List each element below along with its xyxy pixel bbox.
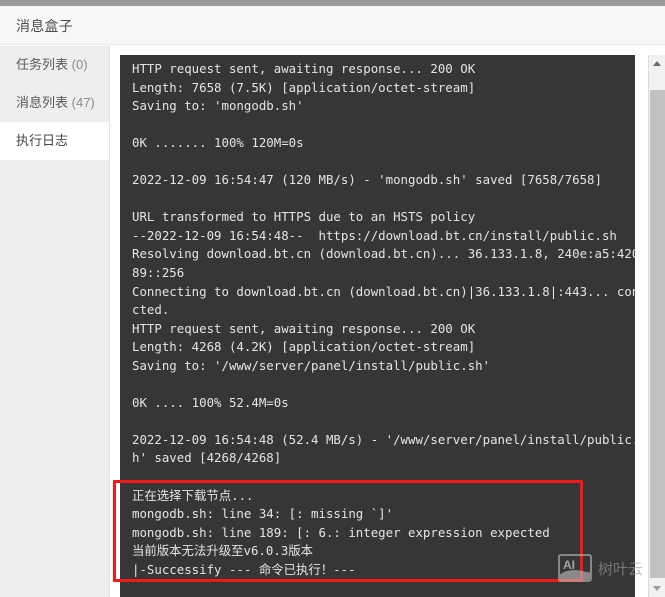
watermark-badge-text: AI bbox=[563, 558, 575, 572]
dialog-header: 消息盒子 bbox=[0, 6, 665, 45]
sidebar-item-task-list[interactable]: 任务列表 (0) bbox=[0, 46, 109, 84]
sidebar-item-count: (47) bbox=[71, 95, 95, 110]
terminal-line: URL transformed to HTTPS due to an HSTS … bbox=[132, 209, 476, 225]
terminal-line: Length: 7658 (7.5K) [application/octet-s… bbox=[132, 79, 476, 95]
terminal-line: HTTP request sent, awaiting response... … bbox=[132, 320, 476, 336]
scroll-up-icon[interactable] bbox=[649, 55, 665, 72]
sidebar-item-execution-log[interactable]: 执行日志 bbox=[0, 122, 109, 160]
page-title: 消息盒子 bbox=[16, 18, 73, 34]
sidebar: 任务列表 (0) 消息列表 (47) 执行日志 bbox=[0, 46, 110, 597]
watermark: AI 树叶云 bbox=[558, 548, 658, 588]
sidebar-item-label: 消息列表 bbox=[16, 95, 69, 110]
terminal-line: --2022-12-09 16:54:48-- https://download… bbox=[132, 227, 617, 243]
terminal-line: 0K ....... 100% 120M=0s bbox=[132, 135, 304, 151]
sidebar-item-count: (0) bbox=[71, 57, 88, 72]
scrollbar-thumb[interactable] bbox=[650, 90, 665, 578]
terminal-line: mongodb.sh: line 34: [: missing `]' bbox=[132, 506, 394, 522]
terminal-line: 89::256 bbox=[132, 265, 185, 281]
terminal-line: h' saved [4268/4268] bbox=[132, 450, 282, 466]
terminal-text: HTTP request sent, awaiting response... … bbox=[132, 60, 635, 579]
terminal-line: 2022-12-09 16:54:47 (120 MB/s) - 'mongod… bbox=[132, 172, 602, 188]
terminal-line: mongodb.sh: line 189: [: 6.: integer exp… bbox=[132, 524, 550, 540]
terminal-line: 2022-12-09 16:54:48 (52.4 MB/s) - '/www/… bbox=[132, 431, 635, 447]
sidebar-item-label: 任务列表 bbox=[16, 57, 69, 72]
terminal-line: cted. bbox=[132, 302, 170, 318]
terminal-line: Length: 4268 (4.2K) [application/octet-s… bbox=[132, 339, 476, 355]
terminal-line: Connecting to download.bt.cn (download.b… bbox=[132, 283, 635, 299]
terminal-line: Resolving download.bt.cn (download.bt.cn… bbox=[132, 246, 635, 262]
terminal-line: Saving to: '/www/server/panel/install/pu… bbox=[132, 357, 491, 373]
watermark-text: 树叶云 bbox=[598, 560, 644, 578]
terminal-scrollbar[interactable] bbox=[648, 55, 665, 597]
terminal-line: HTTP request sent, awaiting response... … bbox=[132, 61, 476, 76]
sidebar-item-message-list[interactable]: 消息列表 (47) bbox=[0, 84, 109, 122]
sidebar-item-label: 执行日志 bbox=[16, 133, 69, 148]
image-placeholder-icon: AI bbox=[558, 554, 592, 582]
terminal-line: 正在选择下载节点... bbox=[132, 487, 254, 503]
terminal-line: 0K .... 100% 52.4M=0s bbox=[132, 394, 289, 410]
message-box-dialog: 消息盒子 任务列表 (0) 消息列表 (47) 执行日志 HTTP reques… bbox=[0, 0, 665, 597]
execution-log-terminal[interactable]: HTTP request sent, awaiting response... … bbox=[120, 55, 635, 597]
terminal-line: Saving to: 'mongodb.sh' bbox=[132, 98, 304, 114]
